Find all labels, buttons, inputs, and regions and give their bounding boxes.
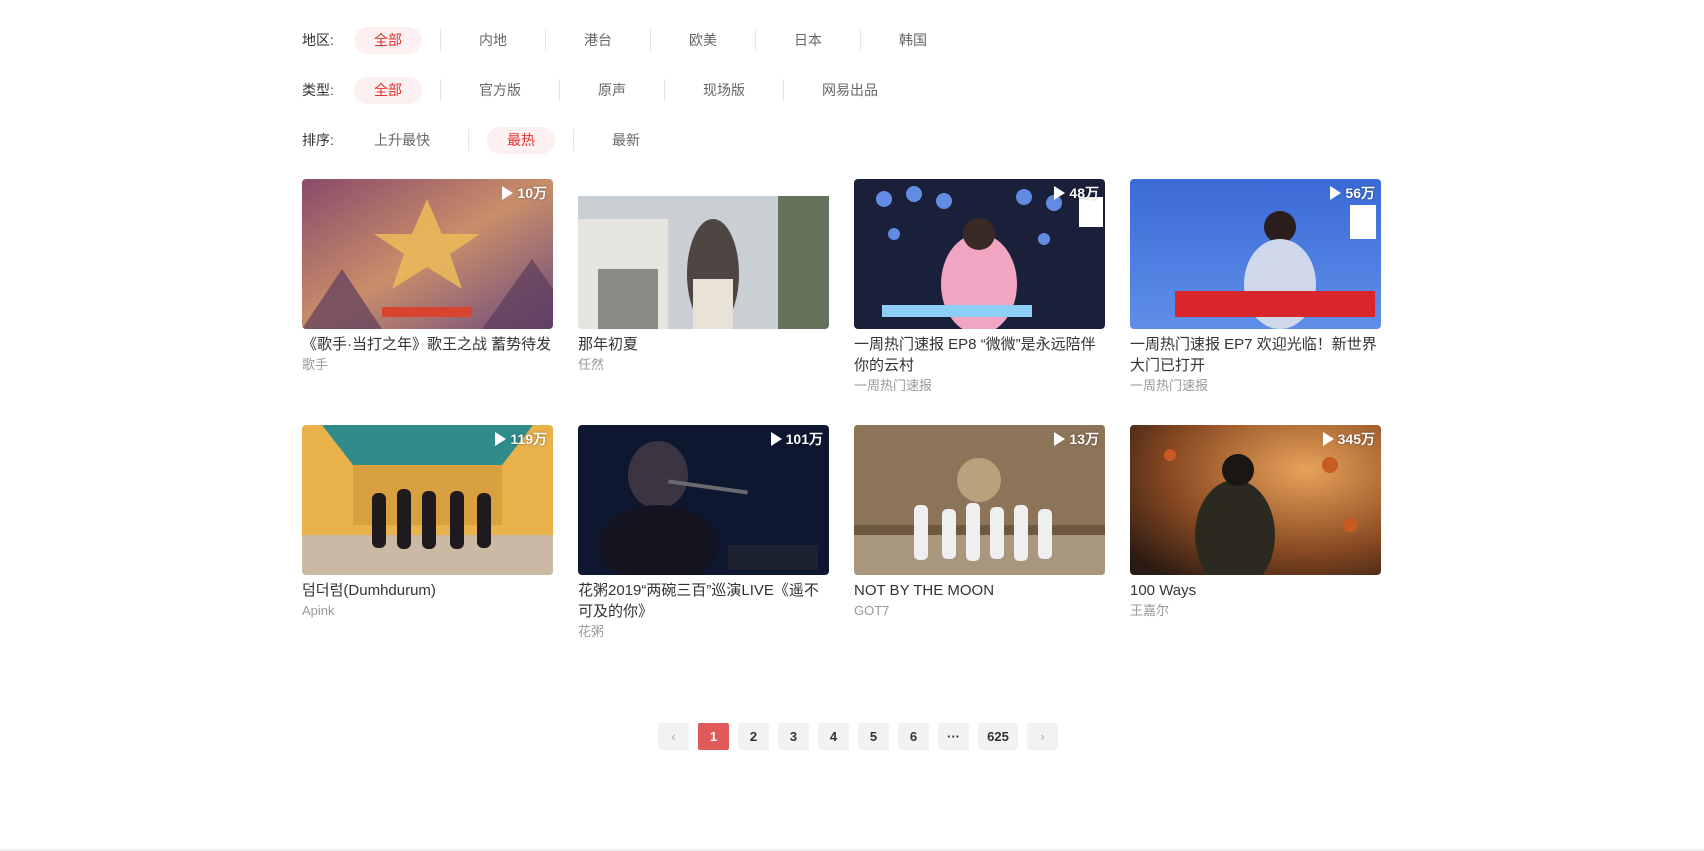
video-author[interactable]: 歌手 [302,355,553,375]
divider [468,129,469,151]
divider [440,29,441,51]
video-title[interactable]: 100 Ways [1130,580,1381,601]
video-title[interactable]: NOT BY THE MOON [854,580,1105,601]
play-count: 56万 [1330,183,1375,203]
page-button-4[interactable]: 4 [818,723,849,750]
video-card[interactable]: 13万 NOT BY THE MOON GOT7 [854,425,1105,621]
video-card[interactable]: 119万 덤더럼(Dumhdurum) Apink [302,425,553,621]
video-thumbnail[interactable]: 119万 [302,425,553,575]
video-title[interactable]: 那年初夏 [578,334,829,355]
video-title[interactable]: 一周热门速报 EP7 欢迎光临！新世界大门已打开 [1130,334,1381,376]
video-thumbnail[interactable]: 13万 [854,425,1105,575]
play-count: 13万 [1054,429,1099,449]
thumbnail-image [578,179,829,329]
video-author[interactable]: GOT7 [854,601,1105,621]
divider [860,29,861,51]
type-option-original[interactable]: 原声 [578,77,646,104]
video-author[interactable]: 花粥 [578,622,829,642]
video-title[interactable]: 花粥2019“两碗三百”巡演LIVE《遥不可及的你》 [578,580,829,622]
sort-option-rising[interactable]: 上升最快 [354,127,450,154]
play-icon [1054,432,1066,446]
video-card[interactable]: 那年初夏 任然 [578,179,829,375]
play-count: 101万 [770,429,823,449]
type-filter-label: 类型: [302,82,334,98]
divider [440,79,441,101]
video-author[interactable]: 任然 [578,355,829,375]
page-button-last[interactable]: 625 [978,723,1018,750]
region-option-hk-tw[interactable]: 港台 [564,27,632,54]
play-icon [495,432,507,446]
divider [559,79,560,101]
play-count: 48万 [1054,183,1099,203]
video-author[interactable]: 王嘉尔 [1130,601,1381,621]
play-count: 10万 [502,183,547,203]
video-title[interactable]: 《歌手·当打之年》歌王之战 蓄势待发 [302,334,553,355]
page-button-6[interactable]: 6 [898,723,929,750]
sort-filter-label: 排序: [302,132,334,148]
sort-option-newest[interactable]: 最新 [592,127,660,154]
sort-option-hottest[interactable]: 最热 [487,126,555,154]
divider [545,29,546,51]
video-author[interactable]: Apink [302,601,553,621]
type-option-live[interactable]: 现场版 [683,77,765,104]
divider [755,29,756,51]
video-thumbnail[interactable]: 101万 [578,425,829,575]
video-thumbnail[interactable]: 48万 [854,179,1105,329]
video-thumbnail[interactable]: 10万 [302,179,553,329]
video-card[interactable]: 345万 100 Ways 王嘉尔 [1130,425,1381,621]
page-ellipsis: ··· [938,723,969,750]
video-card[interactable]: 48万 一周热门速报 EP8 “微微”是永远陪伴你的云村 一周热门速报 [854,179,1105,396]
type-option-netease[interactable]: 网易出品 [802,77,898,104]
play-count: 119万 [495,429,547,449]
video-card[interactable]: 56万 一周热门速报 EP7 欢迎光临！新世界大门已打开 一周热门速报 [1130,179,1381,396]
region-option-western[interactable]: 欧美 [669,27,737,54]
play-icon [1054,186,1066,200]
type-option-official[interactable]: 官方版 [459,77,541,104]
divider [783,79,784,101]
page-button-3[interactable]: 3 [778,723,809,750]
region-filter: 地区: 全部 内地 港台 欧美 日本 韩国 [302,25,947,55]
type-option-all[interactable]: 全部 [354,76,422,104]
video-author[interactable]: 一周热门速报 [1130,376,1381,396]
sort-filter: 排序: 上升最快 最热 最新 [302,125,660,155]
play-count: 345万 [1322,429,1375,449]
divider [573,129,574,151]
region-filter-label: 地区: [302,32,334,48]
play-icon [1330,186,1342,200]
pagination: ‹ 1 2 3 4 5 6 ··· 625 › [658,723,1058,750]
video-author[interactable]: 一周热门速报 [854,376,1105,396]
video-card[interactable]: 10万 《歌手·当打之年》歌王之战 蓄势待发 歌手 [302,179,553,375]
region-option-mainland[interactable]: 内地 [459,27,527,54]
divider [664,79,665,101]
play-icon [770,432,782,446]
video-thumbnail[interactable]: 345万 [1130,425,1381,575]
play-icon [1322,432,1334,446]
page-button-1[interactable]: 1 [698,723,729,750]
region-option-korea[interactable]: 韩国 [879,27,947,54]
video-title[interactable]: 덤더럼(Dumhdurum) [302,580,553,601]
video-card[interactable]: 101万 花粥2019“两碗三百”巡演LIVE《遥不可及的你》 花粥 [578,425,829,642]
video-thumbnail[interactable] [578,179,829,329]
play-icon [502,186,514,200]
prev-page-button[interactable]: ‹ [658,723,689,750]
divider [650,29,651,51]
page-button-5[interactable]: 5 [858,723,889,750]
region-option-japan[interactable]: 日本 [774,27,842,54]
page-button-2[interactable]: 2 [738,723,769,750]
video-title[interactable]: 一周热门速报 EP8 “微微”是永远陪伴你的云村 [854,334,1105,376]
video-thumbnail[interactable]: 56万 [1130,179,1381,329]
type-filter: 类型: 全部 官方版 原声 现场版 网易出品 [302,75,898,105]
next-page-button[interactable]: › [1027,723,1058,750]
region-option-all[interactable]: 全部 [354,26,422,54]
